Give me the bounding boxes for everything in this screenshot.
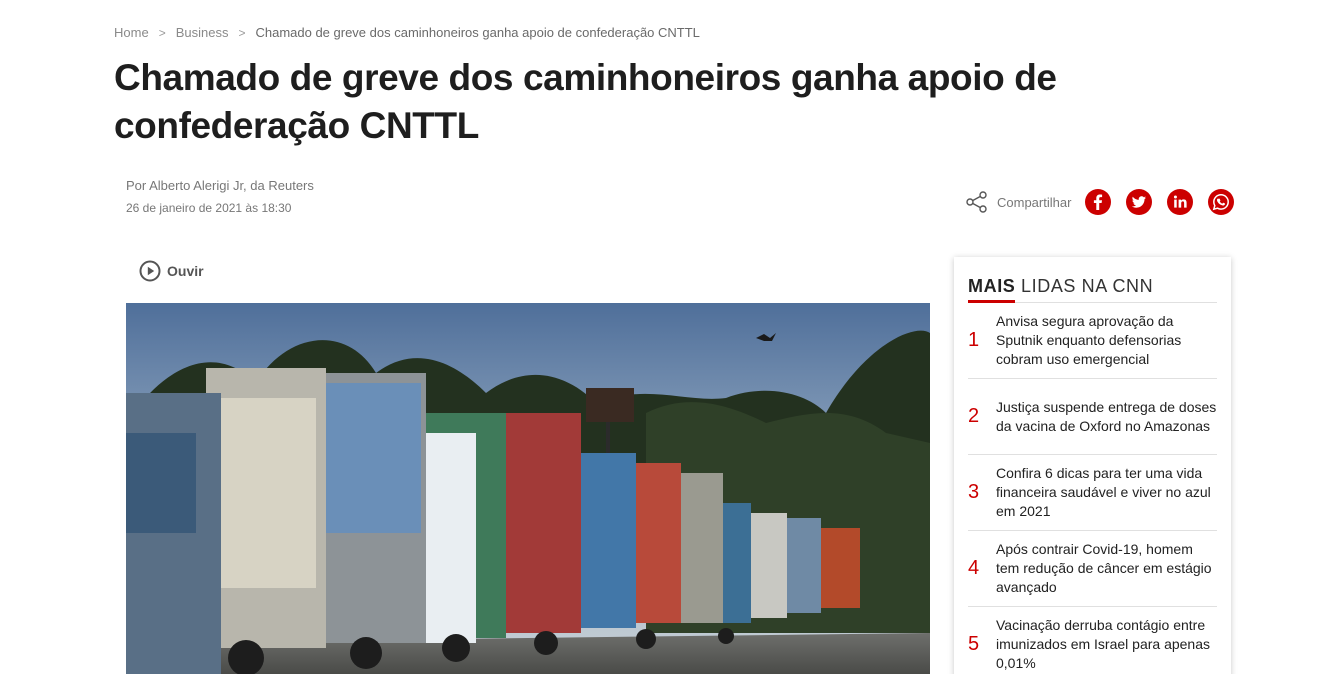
breadcrumb-separator: > xyxy=(158,25,166,40)
article-hero-image xyxy=(126,303,930,674)
most-read-title-rest: LIDAS NA CNN xyxy=(1015,276,1154,296)
most-read-link[interactable]: Confira 6 dicas para ter uma vida financ… xyxy=(996,464,1217,521)
share-icon[interactable] xyxy=(966,191,988,213)
most-read-link[interactable]: Anvisa segura aprovação da Sputnik enqua… xyxy=(996,312,1217,369)
byline: Por Alberto Alerigi Jr, da Reuters 26 de… xyxy=(126,178,314,215)
most-read-rank: 5 xyxy=(968,633,980,655)
most-read-item[interactable]: 2 Justiça suspende entrega de doses da v… xyxy=(968,379,1217,455)
facebook-share-button[interactable] xyxy=(1085,189,1112,215)
share-label[interactable]: Compartilhar xyxy=(997,195,1071,210)
breadcrumb-home-link[interactable]: Home xyxy=(114,25,149,40)
linkedin-icon xyxy=(1174,195,1188,208)
breadcrumb-current: Chamado de greve dos caminhoneiros ganha… xyxy=(255,25,700,40)
whatsapp-icon xyxy=(1213,194,1230,211)
article-headline: Chamado de greve dos caminhoneiros ganha… xyxy=(114,57,1057,146)
linkedin-share-button[interactable] xyxy=(1167,189,1194,215)
breadcrumb-section-link[interactable]: Business xyxy=(176,25,229,40)
breadcrumb: Home > Business > Chamado de greve dos c… xyxy=(114,25,700,40)
most-read-panel: MAIS LIDAS NA CNN 1 Anvisa segura aprova… xyxy=(954,257,1231,674)
article-author: Por Alberto Alerigi Jr, da Reuters xyxy=(126,178,314,193)
most-read-title-strong: MAIS xyxy=(968,276,1016,303)
most-read-rank: 2 xyxy=(968,405,980,427)
most-read-list: 1 Anvisa segura aprovação da Sputnik enq… xyxy=(968,303,1217,674)
most-read-link[interactable]: Justiça suspende entrega de doses da vac… xyxy=(996,398,1217,436)
most-read-link[interactable]: Após contrair Covid-19, homem tem reduçã… xyxy=(996,540,1217,597)
share-bar: Compartilhar xyxy=(966,189,1235,215)
most-read-item[interactable]: 1 Anvisa segura aprovação da Sputnik enq… xyxy=(968,303,1217,379)
most-read-rank: 1 xyxy=(968,329,980,351)
listen-label: Ouvir xyxy=(167,263,204,279)
facebook-icon xyxy=(1094,194,1103,210)
play-circle-icon xyxy=(139,260,161,282)
listen-button[interactable]: Ouvir xyxy=(139,260,204,282)
most-read-item[interactable]: 5 Vacinação derruba contágio entre imuni… xyxy=(968,607,1217,674)
twitter-icon xyxy=(1132,196,1147,208)
most-read-item[interactable]: 4 Após contrair Covid-19, homem tem redu… xyxy=(968,531,1217,607)
article-date: 26 de janeiro de 2021 às 18:30 xyxy=(126,201,292,215)
most-read-link[interactable]: Vacinação derruba contágio entre imuniza… xyxy=(996,616,1217,673)
breadcrumb-separator: > xyxy=(238,25,246,40)
whatsapp-share-button[interactable] xyxy=(1208,189,1235,215)
most-read-item[interactable]: 3 Confira 6 dicas para ter uma vida fina… xyxy=(968,455,1217,531)
most-read-title: MAIS LIDAS NA CNN xyxy=(968,276,1217,303)
most-read-rank: 3 xyxy=(968,481,980,503)
twitter-share-button[interactable] xyxy=(1126,189,1153,215)
most-read-rank: 4 xyxy=(968,557,980,579)
